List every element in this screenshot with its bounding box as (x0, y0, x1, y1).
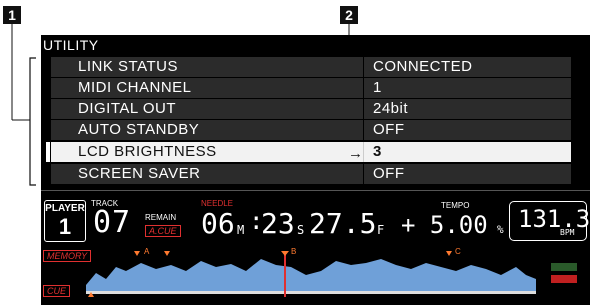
tempo-percent: % (497, 223, 504, 236)
marker-b: B (291, 247, 296, 256)
tempo-label: TEMPO (441, 201, 470, 210)
divider (363, 78, 364, 98)
row-label: AUTO STANDBY (78, 121, 200, 138)
row-label: MIDI CHANNEL (78, 79, 192, 96)
seconds-unit: S (297, 223, 305, 237)
menu-row-screen-saver[interactable]: SCREEN SAVER OFF (51, 164, 571, 184)
row-value: OFF (373, 165, 405, 182)
row-value: CONNECTED (373, 58, 473, 75)
time-minutes: 06 (201, 207, 235, 240)
row-label: SCREEN SAVER (78, 165, 201, 182)
arrow-right-icon: → (348, 145, 364, 162)
divider (363, 99, 364, 119)
menu-row-link-status[interactable]: LINK STATUS CONNECTED (51, 57, 571, 77)
marker-c: C (455, 247, 461, 256)
bpm-label: BPM (560, 228, 575, 237)
menu-row-lcd-brightness[interactable]: LCD BRIGHTNESS → 3 (51, 142, 571, 162)
minutes-unit: M (237, 223, 245, 237)
player-number: 1 (58, 214, 72, 239)
divider (363, 164, 364, 184)
time-frames: 27.5 (309, 207, 377, 240)
acue-indicator: A.CUE (145, 225, 181, 237)
row-label: LCD BRIGHTNESS (78, 143, 217, 160)
remain-label: REMAIN (145, 213, 177, 222)
utility-title: UTILITY (43, 37, 99, 53)
row-value: 3 (373, 143, 382, 160)
bpm-display: 131.3 BPM (509, 201, 590, 241)
divider (363, 120, 364, 140)
bpm-value: 131.3 (518, 205, 590, 233)
row-value: 1 (373, 79, 382, 96)
selection-indicator (46, 142, 50, 162)
menu-row-auto-standby[interactable]: AUTO STANDBY OFF (51, 120, 571, 140)
section-divider (41, 190, 590, 191)
status-block-bottom (551, 275, 577, 283)
tempo-value: + 5.00 (401, 211, 488, 239)
row-label: LINK STATUS (78, 58, 178, 75)
row-value: 24bit (373, 100, 409, 117)
track-number: 07 (93, 205, 132, 240)
row-label: DIGITAL OUT (78, 100, 177, 117)
menu-row-digital-out[interactable]: DIGITAL OUT 24bit (51, 99, 571, 119)
player-badge: PLAYER 1 (44, 200, 86, 242)
frames-unit: F (377, 223, 385, 237)
divider (363, 57, 364, 77)
display-screen: UTILITY LINK STATUS CONNECTED MIDI CHANN… (41, 35, 590, 305)
marker-a: A (144, 247, 150, 256)
cue-label: CUE (43, 285, 71, 297)
waveform-display: A B C (86, 247, 536, 297)
menu-row-midi-channel[interactable]: MIDI CHANNEL 1 (51, 78, 571, 98)
memory-label: MEMORY (43, 250, 92, 262)
status-block-top (551, 263, 577, 271)
row-value: OFF (373, 121, 405, 138)
time-seconds: 23 (261, 207, 295, 240)
